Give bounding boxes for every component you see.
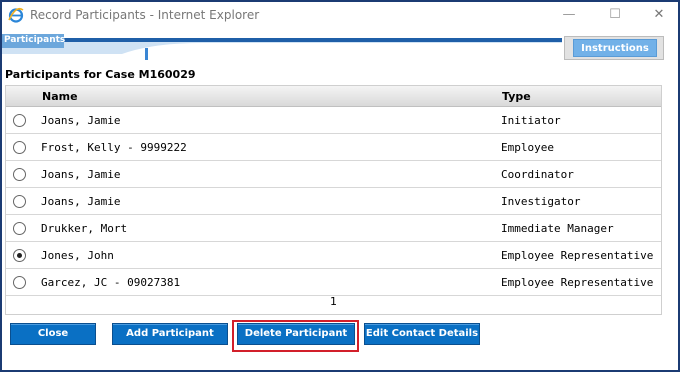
row-radio[interactable] — [13, 114, 26, 127]
table-header: Name Type — [6, 86, 661, 107]
participant-name: Joans, Jamie — [41, 114, 121, 127]
page-title: Participants for Case M160029 — [5, 68, 196, 81]
row-radio[interactable] — [13, 195, 26, 208]
pagination: 1 — [6, 295, 661, 308]
participant-name: Frost, Kelly - 9999222 — [41, 141, 187, 154]
row-radio[interactable] — [13, 276, 26, 289]
participant-type: Employee Representative — [501, 276, 654, 289]
title-bar: Record Participants - Internet Explorer … — [2, 2, 678, 29]
close-button[interactable]: Close — [10, 323, 96, 345]
column-header-name[interactable]: Name — [42, 90, 78, 103]
instructions-button[interactable]: Instructions — [573, 39, 657, 57]
tab-participants-label: Participants — [4, 35, 66, 45]
highlight-box — [232, 320, 359, 352]
participants-table: Name Type Joans, Jamie Initiator Frost, … — [5, 85, 662, 315]
table-row[interactable]: Frost, Kelly - 9999222 Employee — [6, 134, 661, 161]
row-radio[interactable] — [13, 168, 26, 181]
participant-type: Employee — [501, 141, 554, 154]
tab-participants[interactable]: Participants — [2, 34, 66, 48]
participant-name: Joans, Jamie — [41, 195, 121, 208]
participant-type: Initiator — [501, 114, 561, 127]
window-title: Record Participants - Internet Explorer — [30, 8, 260, 22]
table-row[interactable]: Jones, John Employee Representative — [6, 242, 661, 269]
participant-type: Coordinator — [501, 168, 574, 181]
edit-contact-details-button[interactable]: Edit Contact Details — [364, 323, 480, 345]
participant-type: Investigator — [501, 195, 581, 208]
table-row[interactable]: Joans, Jamie Coordinator — [6, 161, 661, 188]
participant-name: Joans, Jamie — [41, 168, 121, 181]
table-row[interactable]: Garcez, JC - 09027381 Employee Represent… — [6, 269, 661, 296]
row-radio[interactable] — [13, 222, 26, 235]
row-radio-selected[interactable] — [13, 249, 26, 262]
participant-name: Drukker, Mort — [41, 222, 128, 235]
header-wave-decoration — [2, 38, 562, 54]
caret-marker — [145, 48, 148, 60]
maximize-button[interactable]: ☐ — [593, 2, 637, 29]
participant-name: Garcez, JC - 09027381 — [41, 276, 181, 289]
minimize-button[interactable]: — — [547, 2, 591, 29]
participant-name: Jones, John — [41, 249, 114, 262]
participant-type: Employee Representative — [501, 249, 654, 262]
table-row[interactable]: Joans, Jamie Investigator — [6, 188, 661, 215]
header-band: Participants Instructions — [2, 34, 678, 62]
column-header-type[interactable]: Type — [502, 90, 531, 103]
instructions-container: Instructions — [564, 36, 664, 60]
page-number[interactable]: 1 — [330, 295, 337, 308]
participant-type: Immediate Manager — [501, 222, 614, 235]
table-row[interactable]: Joans, Jamie Initiator — [6, 107, 661, 134]
add-participant-button[interactable]: Add Participant — [112, 323, 228, 345]
row-radio[interactable] — [13, 141, 26, 154]
close-window-button[interactable]: ✕ — [637, 2, 680, 29]
internet-explorer-icon — [8, 7, 24, 23]
browser-window: Record Participants - Internet Explorer … — [0, 0, 680, 372]
table-row[interactable]: Drukker, Mort Immediate Manager — [6, 215, 661, 242]
